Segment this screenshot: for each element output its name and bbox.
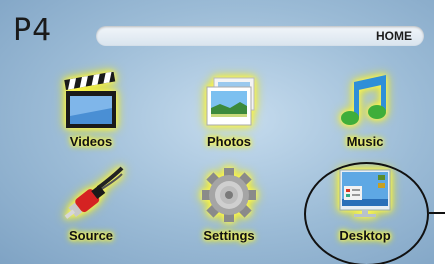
rca-cable-icon	[64, 166, 124, 219]
highlight-circle	[304, 162, 429, 264]
brand-logo: P4	[13, 13, 53, 48]
music-note-icon	[341, 75, 386, 125]
tile-source[interactable]: Source	[46, 166, 136, 261]
tile-label: Photos	[206, 134, 252, 149]
tile-label: Videos	[69, 134, 113, 149]
tile-photos[interactable]: Photos	[184, 72, 274, 167]
breadcrumb-home: HOME	[376, 29, 412, 43]
photos-icon	[206, 77, 255, 126]
tile-label: Source	[68, 228, 114, 243]
clapperboard-icon	[64, 72, 116, 128]
tile-settings[interactable]: Settings	[184, 166, 274, 261]
tile-label: Settings	[203, 228, 255, 243]
tile-videos[interactable]: Videos	[46, 72, 136, 167]
breadcrumb-bar: HOME	[96, 26, 424, 46]
gear-icon	[202, 168, 256, 222]
home-screen: P4 HOME Videos Photos Music Source Setti…	[0, 0, 434, 264]
tile-label: Music	[346, 134, 384, 149]
pointer-line	[429, 212, 445, 214]
tile-music[interactable]: Music	[320, 72, 410, 167]
